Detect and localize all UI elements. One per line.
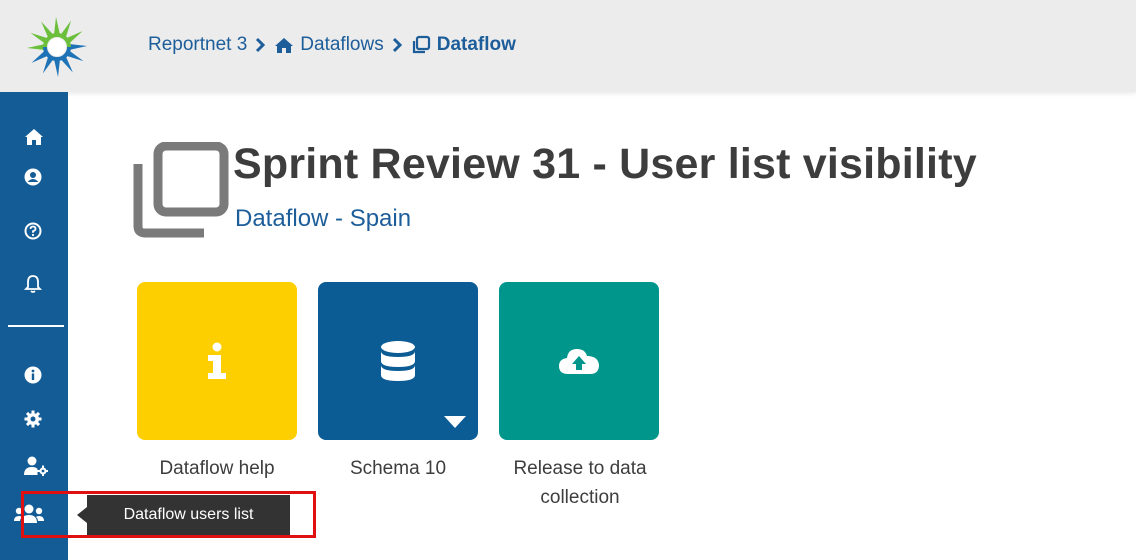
caret-down-icon[interactable] [444, 416, 466, 428]
sidebar-item-manage-roles[interactable] [0, 456, 68, 476]
breadcrumb: Reportnet 3 Dataflows Dataflow [148, 34, 516, 56]
chevron-right-icon [255, 37, 266, 53]
cloud-upload-icon [559, 349, 599, 374]
reportnet-logo[interactable] [22, 10, 92, 80]
cog-icon [24, 410, 42, 428]
sidebar-item-info[interactable] [0, 366, 68, 384]
info-icon [208, 342, 226, 379]
database-icon [381, 341, 415, 381]
page-subtitle: Dataflow - Spain [235, 205, 412, 232]
top-bar: Reportnet 3 Dataflows Dataflow [0, 0, 1136, 92]
page-title: Sprint Review 31 - User list visibility [233, 140, 977, 188]
clone-icon [133, 142, 229, 238]
left-sidebar [0, 92, 68, 560]
sidebar-item-profile[interactable] [0, 168, 68, 186]
bell-icon [24, 275, 42, 293]
release-label: Release to data collection [513, 458, 647, 508]
sidebar-item-help[interactable] [0, 222, 68, 240]
user-circle-icon [24, 168, 42, 186]
schema-label: Schema 10 [349, 458, 447, 479]
home-icon [274, 37, 294, 54]
home-icon [25, 129, 43, 145]
breadcrumb-item-reportnet[interactable]: Reportnet 3 [148, 34, 247, 56]
chevron-right-icon [392, 37, 403, 53]
sidebar-item-notifications[interactable] [0, 274, 68, 294]
breadcrumb-item-dataflows[interactable]: Dataflows [300, 34, 383, 56]
dataflow-help-label: Dataflow help [159, 458, 275, 479]
highlight-box [21, 491, 316, 538]
sidebar-item-home[interactable] [0, 128, 68, 146]
question-circle-icon [24, 222, 42, 240]
info-circle-icon [24, 366, 42, 384]
user-cog-icon [24, 456, 48, 476]
dataflow-help-card[interactable] [137, 282, 297, 440]
sidebar-item-settings[interactable] [0, 410, 68, 428]
sidebar-divider [8, 325, 64, 327]
schema-card[interactable] [318, 282, 478, 440]
release-card[interactable] [499, 282, 659, 440]
clone-icon [411, 35, 431, 55]
breadcrumb-item-dataflow: Dataflow [436, 34, 516, 55]
